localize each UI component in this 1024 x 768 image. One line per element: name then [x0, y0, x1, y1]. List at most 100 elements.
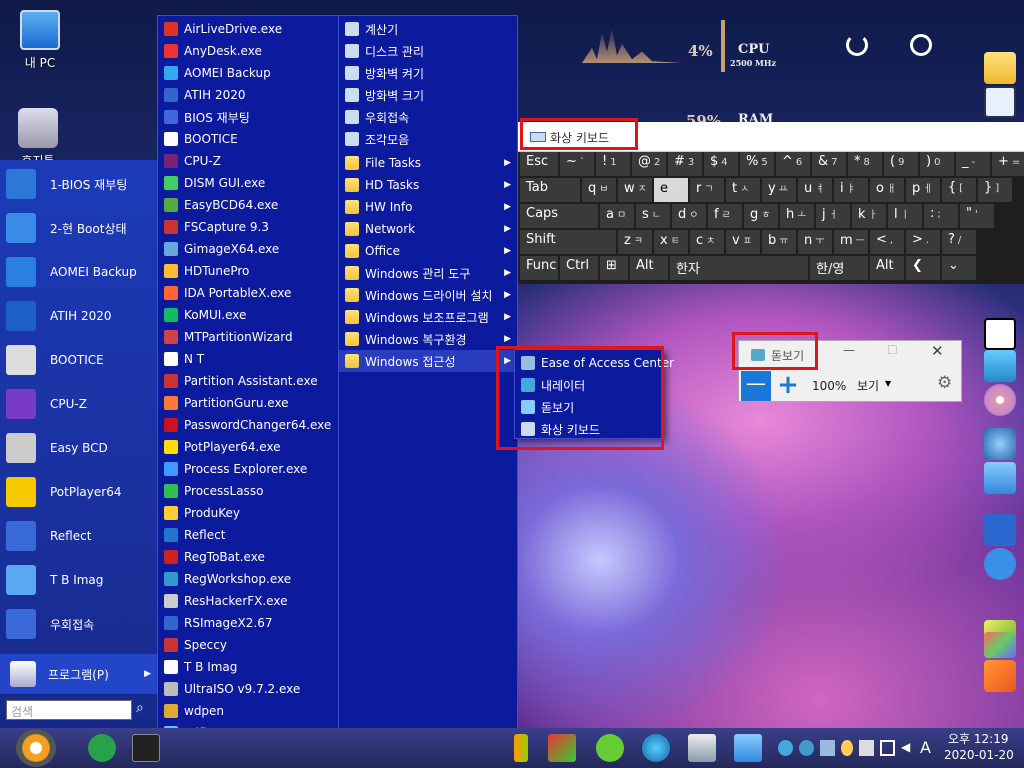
submenu-folder[interactable]: Network ▶ — [339, 218, 517, 240]
zoom-in-button[interactable]: + — [773, 371, 803, 401]
osk-key[interactable]: ^ 6 — [776, 152, 810, 176]
submenu-folder[interactable]: HW Info ▶ — [339, 196, 517, 218]
osk-key[interactable]: oㅐ — [870, 178, 904, 202]
accessibility-tray-icon[interactable] — [799, 740, 815, 756]
pinned-item[interactable]: AOMEI Backup — [0, 250, 157, 294]
menu-item[interactable]: N T — [158, 348, 338, 370]
pinned-item[interactable]: Easy BCD — [0, 426, 157, 470]
osk-key[interactable]: pㅔ — [906, 178, 940, 202]
osk-key[interactable]: >. — [906, 230, 940, 254]
menu-item[interactable]: EasyBCD64.exe — [158, 194, 338, 216]
osk-key[interactable]: kㅏ — [852, 204, 886, 228]
menu-item[interactable]: CPU-Z — [158, 150, 338, 172]
osk-key[interactable]: ~ ` — [560, 152, 594, 176]
osk-key[interactable]: @2 — [632, 152, 666, 176]
menu-item[interactable]: 계산기 — [339, 18, 517, 40]
g-app-icon[interactable] — [984, 660, 1016, 692]
osk-key[interactable]: qㅂ — [582, 178, 616, 202]
osk-key[interactable]: vㅍ — [726, 230, 760, 254]
console-icon[interactable] — [132, 734, 160, 762]
osk-key[interactable]: * 8 — [848, 152, 882, 176]
magnifier-task-icon[interactable] — [734, 734, 762, 762]
pinned-item[interactable]: 2-현 Boot상태 — [0, 206, 157, 250]
7zip-icon[interactable] — [984, 318, 1016, 350]
osk-key[interactable]: _ - — [956, 152, 990, 176]
clock-date[interactable]: 2020-01-20 — [944, 748, 1014, 762]
menu-item[interactable]: 조각모음 — [339, 128, 517, 150]
search-input[interactable]: 검색 — [6, 700, 132, 720]
submenu-folder[interactable]: File Tasks ▶ — [339, 152, 517, 174]
menu-item[interactable]: AirLiveDrive.exe — [158, 18, 338, 40]
osk-key[interactable]: jㅓ — [816, 204, 850, 228]
menu-item[interactable]: ProcessLasso — [158, 480, 338, 502]
osk-key[interactable]: tㅅ — [726, 178, 760, 202]
osk-key[interactable]: rㄱ — [690, 178, 724, 202]
osk-key[interactable]: aㅁ — [600, 204, 634, 228]
menu-item[interactable]: RSImageX2.67 — [158, 612, 338, 634]
menu-item[interactable]: AnyDesk.exe — [158, 40, 338, 62]
osk-key[interactable]: <, — [870, 230, 904, 254]
menu-item[interactable]: KoMUI.exe — [158, 304, 338, 326]
menu-item[interactable]: ATIH 2020 — [158, 84, 338, 106]
windows-key[interactable]: ⊞ — [600, 256, 628, 280]
osk-key[interactable]: {[ — [942, 178, 976, 202]
osk-key[interactable]: uㅕ — [798, 178, 832, 202]
osk-key[interactable]: Caps — [520, 204, 598, 228]
osk-key[interactable]: Tab — [520, 178, 580, 202]
osk-key[interactable]: Shift — [520, 230, 616, 254]
osk-key[interactable]: Func — [520, 256, 558, 280]
osk-key[interactable]: (9 — [884, 152, 918, 176]
osk-key[interactable]: eㄷ — [654, 178, 688, 202]
power-icon[interactable] — [910, 34, 932, 56]
device-tray-icon[interactable] — [820, 740, 836, 756]
menu-item[interactable]: 방화벽 켜기 — [339, 62, 517, 84]
pinned-item[interactable]: 우회접속 — [0, 602, 157, 646]
ie-icon[interactable] — [642, 734, 670, 762]
start-orb[interactable] — [16, 729, 56, 767]
tray-icons[interactable]: ◀ — [778, 740, 916, 756]
osk-key[interactable]: " ' — [960, 204, 994, 228]
arrow-down-key[interactable]: ⌄ — [942, 256, 976, 280]
osk-key[interactable]: gㅎ — [744, 204, 778, 228]
refresh-app-icon[interactable] — [88, 734, 116, 762]
osk-key[interactable]: :; — [924, 204, 958, 228]
osk-key[interactable]: wㅈ — [618, 178, 652, 202]
osk-key[interactable]: nㅜ — [798, 230, 832, 254]
submenu-folder[interactable]: Windows 복구환경 ▶ — [339, 328, 517, 350]
osk-key[interactable]: ? / — [942, 230, 976, 254]
maximize-button[interactable]: ☐ — [887, 343, 898, 357]
osk-key[interactable]: yㅛ — [762, 178, 796, 202]
triangle-app-icon[interactable] — [984, 350, 1016, 382]
menu-item[interactable]: RegToBat.exe — [158, 546, 338, 568]
osk-key[interactable]: sㄴ — [636, 204, 670, 228]
disc-icon[interactable] — [984, 384, 1016, 416]
menu-item[interactable]: Speccy — [158, 634, 338, 656]
osk-key[interactable]: dㅇ — [672, 204, 706, 228]
menu-item[interactable]: BIOS 재부팅 — [158, 106, 338, 128]
tool-icon[interactable] — [548, 734, 576, 762]
osk-key[interactable]: & 7 — [812, 152, 846, 176]
menu-item[interactable]: FSCapture 9.3 — [158, 216, 338, 238]
submenu-folder[interactable]: Windows 보조프로그램 ▶ — [339, 306, 517, 328]
menu-item[interactable]: 우회접속 — [339, 106, 517, 128]
pinned-item[interactable]: PotPlayer64 — [0, 470, 157, 514]
network-tray-icon[interactable] — [778, 740, 794, 756]
osk-key[interactable]: ) 0 — [920, 152, 954, 176]
printer-icon[interactable] — [688, 734, 716, 762]
speaker-icon[interactable]: ◀ — [901, 740, 916, 756]
refresh-icon[interactable] — [846, 34, 868, 56]
menu-item[interactable]: wdpen — [158, 700, 338, 722]
osk-key[interactable]: Esc — [520, 152, 558, 176]
osk-key[interactable]: zㅋ — [618, 230, 652, 254]
menu-item[interactable]: MTPartitionWizard — [158, 326, 338, 348]
osk-key[interactable]: + = — [992, 152, 1024, 176]
menu-item[interactable]: DISM GUI.exe — [158, 172, 338, 194]
menu-item[interactable]: ProduKey — [158, 502, 338, 524]
menu-item[interactable]: Partition Assistant.exe — [158, 370, 338, 392]
pinned-item[interactable]: ATIH 2020 — [0, 294, 157, 338]
pinned-item[interactable]: BOOTICE — [0, 338, 157, 382]
pinned-item[interactable]: Reflect — [0, 514, 157, 558]
menu-item[interactable]: ResHackerFX.exe — [158, 590, 338, 612]
menu-item[interactable]: Reflect — [158, 524, 338, 546]
bug-icon[interactable] — [984, 428, 1016, 460]
